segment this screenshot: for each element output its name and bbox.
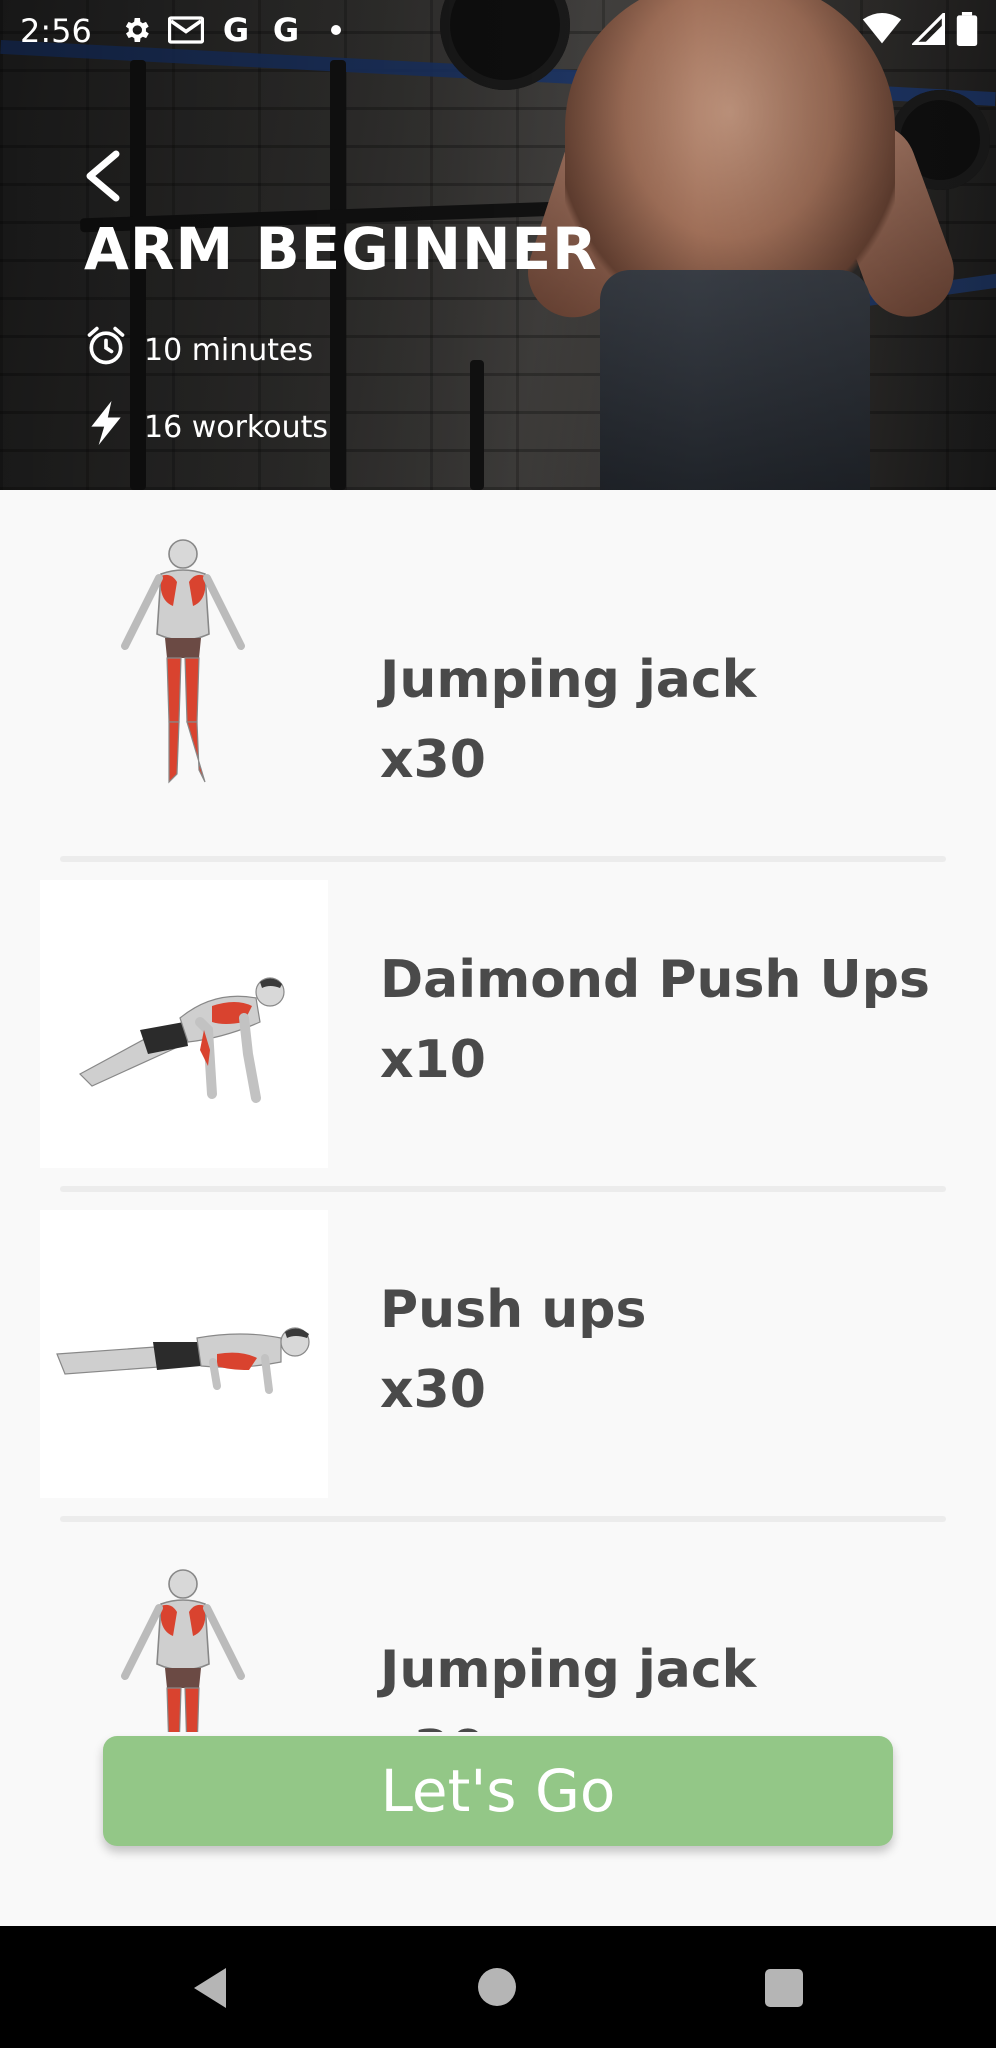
exercise-list[interactable]: Jumping jack x30 Daimond Push Ups x10 Pu… [0,490,996,1732]
wifi-icon [862,13,902,49]
plank-figure-thumbnail [40,1210,328,1498]
standing-figure-thumbnail [40,1550,328,1732]
divider [60,1186,946,1192]
exercise-name: Push ups [380,1280,647,1340]
pushup-figure-thumbnail [40,880,328,1168]
list-item[interactable]: Push ups x30 [0,1210,996,1540]
back-button[interactable] [80,148,124,204]
divider [60,1516,946,1522]
page-title: ARM BEGINNER [84,215,598,283]
status-bar: 2:56 G G [0,0,996,62]
workouts-row: 16 workouts [84,399,328,455]
status-time: 2:56 [20,12,92,50]
triangle-back-icon [194,1968,226,2008]
list-item[interactable]: Jumping jack x30 [0,520,996,850]
google-icon: G [272,11,300,49]
exercise-reps: x10 [380,1030,486,1090]
nav-home-button[interactable] [478,1968,516,2006]
gear-icon [118,12,154,48]
nav-back-button[interactable] [190,1966,230,2014]
nav-recents-button[interactable] [765,1969,803,2007]
exercise-name: Jumping jack [380,1640,757,1700]
lightning-icon [84,399,128,455]
duration-label: 10 minutes [144,332,314,368]
exercise-reps: x30 [380,730,486,790]
lets-go-button[interactable]: Let's Go [103,1736,893,1846]
alarm-clock-icon [84,324,128,376]
dot-icon [318,12,354,48]
exercise-name: Daimond Push Ups [380,950,930,1010]
gmail-icon [168,12,204,48]
list-item[interactable]: Daimond Push Ups x10 [0,880,996,1210]
exercise-reps: x30 [380,1720,486,1732]
standing-figure-thumbnail [40,520,328,808]
system-navigation-bar [0,1926,996,2048]
google-icon: G [222,11,250,49]
duration-row: 10 minutes [84,324,313,376]
exercise-reps: x30 [380,1360,486,1420]
divider [60,856,946,862]
battery-icon [956,12,978,50]
chevron-left-icon [86,150,120,202]
workouts-label: 16 workouts [144,409,328,445]
signal-icon [910,10,946,49]
list-item[interactable]: Jumping jack x30 [0,1550,996,1732]
exercise-name: Jumping jack [380,650,757,710]
